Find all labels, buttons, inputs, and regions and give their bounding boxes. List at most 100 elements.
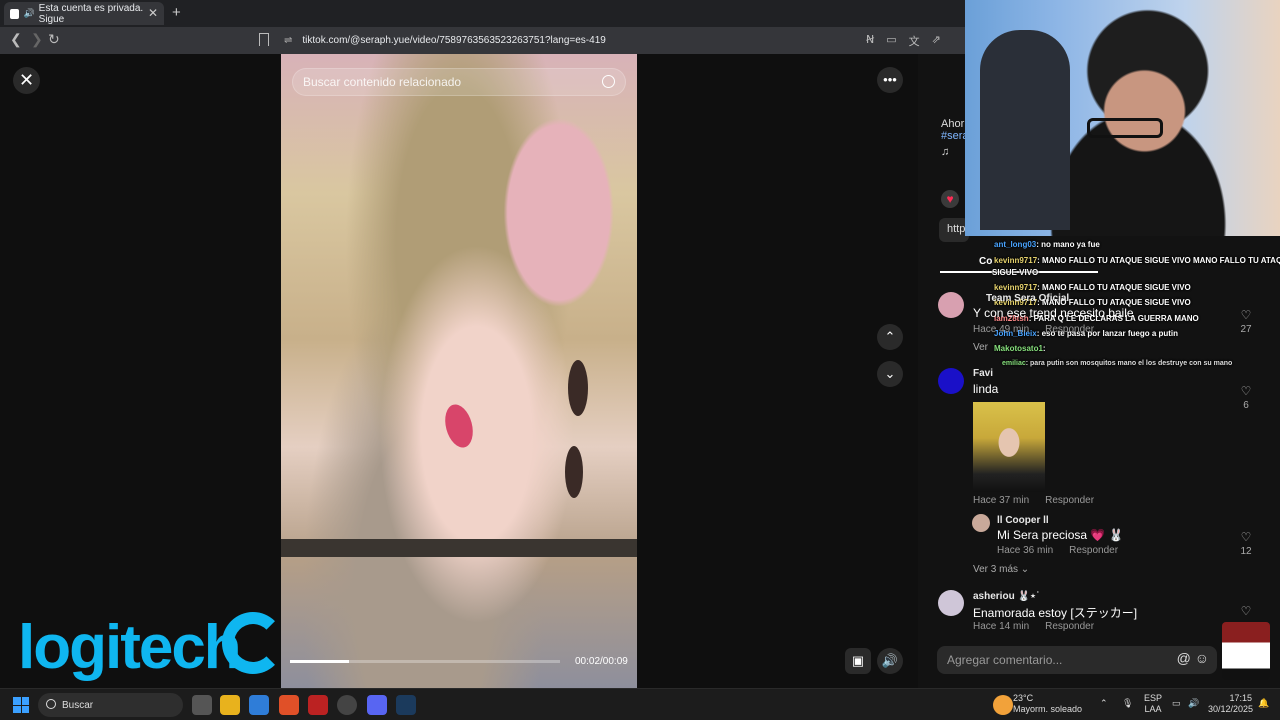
taskbar-search-label: Buscar [62, 699, 94, 711]
add-comment-placeholder: Agregar comentario... [947, 653, 1063, 667]
video-progress-bar[interactable] [290, 660, 560, 663]
chat-line: Makotosato1: [994, 344, 1046, 353]
steam-icon[interactable] [396, 695, 416, 715]
avatar[interactable] [938, 590, 964, 616]
view-replies-link[interactable]: Ver 3 más ⌄ [973, 564, 1029, 575]
comment-meta: Hace 36 min Responder [997, 545, 1119, 556]
comment-author[interactable]: Favi [973, 368, 993, 379]
store-icon[interactable] [249, 695, 269, 715]
taskbar: Buscar 23°C Mayorm. soleado ⌃ 🎙 ESP LAA … [0, 688, 1280, 720]
comment-meta: Hace 37 min Responder [973, 495, 1095, 506]
chat-line: emiliac: para putin son mosquitos mano e… [1002, 360, 1233, 367]
add-comment-input[interactable]: Agregar comentario... @ ☺ [937, 646, 1217, 674]
file-explorer-icon[interactable] [220, 695, 240, 715]
network-icon[interactable]: ▭ [1172, 698, 1181, 709]
weather-widget[interactable]: 23°C Mayorm. soleado [1013, 693, 1082, 715]
view-replies-link[interactable]: Ver [973, 342, 988, 353]
reload-icon[interactable]: ↻ [48, 31, 60, 48]
like-video-button[interactable]: ♥ [941, 190, 959, 208]
site-info-icon[interactable]: ⇌ [284, 35, 292, 46]
translate-icon[interactable]: 文 [909, 33, 920, 49]
video-progress-fill [290, 660, 350, 663]
forward-icon[interactable]: ❯ [31, 31, 43, 48]
comment-text: Mi Sera preciosa 💗 🐰 [997, 528, 1124, 542]
gaming-chair [980, 30, 1070, 230]
video-frame-detail [568, 360, 588, 416]
tab-title: Esta cuenta es privada. Sigue [38, 2, 144, 25]
search-icon [46, 699, 56, 709]
chat-line: SIGUE VIVO [992, 268, 1039, 277]
logitech-g-icon [222, 612, 284, 674]
avatar[interactable] [938, 292, 964, 318]
bookmark-icon[interactable] [259, 33, 269, 46]
video-frame-detail [565, 446, 583, 498]
url-text: tiktok.com/@seraph.yue/video/75897635635… [302, 35, 606, 46]
reply-link[interactable]: Responder [1045, 495, 1094, 506]
search-icon[interactable] [602, 75, 615, 88]
notifications-icon[interactable]: 🔔 [1258, 698, 1269, 709]
avatar[interactable] [972, 514, 990, 532]
back-icon[interactable]: ❮ [10, 31, 22, 48]
screenshot-icon[interactable]: ▭ [886, 33, 896, 49]
weather-condition: Mayorm. soleado [1013, 704, 1083, 714]
close-video-button[interactable]: ✕ [13, 67, 40, 94]
reader-icon[interactable]: Ꞥ [866, 33, 874, 49]
windows-start-icon[interactable] [13, 697, 29, 713]
reply-link[interactable]: Responder [1069, 545, 1118, 556]
share-icon[interactable]: ⇗ [932, 33, 941, 49]
comment-like-button[interactable]: ♡ 12 [1236, 530, 1256, 557]
weather-icon[interactable] [993, 695, 1013, 715]
mention-emoji-icons[interactable]: @ ☺ [1177, 650, 1209, 666]
related-search-input[interactable]: Buscar contenido relacionado [292, 68, 626, 96]
microphone-icon[interactable]: 🎙 [1122, 698, 1133, 709]
clock[interactable]: 17:15 30/12/2025 [1208, 693, 1254, 715]
volume-button[interactable]: 🔊 [877, 648, 903, 674]
taskbar-search[interactable]: Buscar [38, 693, 183, 717]
app-icon[interactable] [308, 695, 328, 715]
video-frame-detail [281, 539, 637, 557]
comment-like-button[interactable]: ♡ 6 [1236, 384, 1256, 411]
new-tab-button[interactable]: + [172, 4, 181, 21]
speaker-icon: 🔊 [23, 8, 35, 18]
comment-text: linda [973, 382, 999, 396]
tab-comments[interactable]: Co [979, 256, 992, 267]
browser-tab[interactable]: 🔊 Esta cuenta es privada. Sigue ✕ [4, 2, 164, 25]
pixel-character-overlay [1222, 622, 1270, 680]
pip-button[interactable]: ▣ [845, 648, 871, 674]
video-player[interactable] [281, 54, 637, 688]
webcam-overlay [965, 0, 1280, 236]
tray-chevron-icon[interactable]: ⌃ [1100, 698, 1108, 709]
brave-icon[interactable] [279, 695, 299, 715]
comment-meta: Hace 14 min Responder [973, 621, 1095, 632]
discord-icon[interactable] [367, 695, 387, 715]
task-view-icon[interactable] [192, 695, 212, 715]
close-tab-icon[interactable]: ✕ [148, 6, 158, 20]
comment-author[interactable]: asheriou 🐰⋆˙ [973, 591, 1040, 602]
comment-author[interactable]: ll Cooper ll [997, 515, 1049, 526]
keyboard-code: LAA [1144, 704, 1162, 714]
video-frame-detail [440, 401, 478, 451]
clock-date: 30/12/2025 [1208, 704, 1254, 714]
search-placeholder: Buscar contenido relacionado [303, 75, 462, 89]
comment-like-button[interactable]: ♡ 27 [1236, 308, 1256, 335]
reply-link[interactable]: Responder [1045, 324, 1094, 335]
obs-icon[interactable] [337, 695, 357, 715]
volume-icon[interactable]: 🔊 [1188, 698, 1199, 709]
avatar[interactable] [938, 368, 964, 394]
url-field[interactable]: ⇌ tiktok.com/@seraph.yue/video/758976356… [284, 31, 964, 50]
reply-link[interactable]: Responder [1045, 621, 1094, 632]
comment-sticker-image[interactable] [973, 402, 1045, 492]
comment-like-button[interactable]: ♡ [1236, 604, 1256, 618]
weather-temp: 23°C [1013, 693, 1034, 703]
logitech-logo: logitech [18, 613, 242, 682]
previous-video-button[interactable]: ⌃ [877, 324, 903, 350]
comment-author[interactable]: Team Sera Oficial [986, 293, 1069, 304]
more-options-button[interactable]: ••• [877, 67, 903, 93]
comment-meta: Hace 49 min Responder [973, 324, 1095, 335]
comment-text: Y con ese trend necesito baile [973, 306, 1134, 320]
tiktok-favicon-icon [10, 8, 20, 19]
language-indicator[interactable]: ESP LAA [1144, 693, 1162, 715]
chat-line: kevinn9717: MANO FALLO TU ATAQUE SIGUE V… [994, 283, 1191, 292]
next-video-button[interactable]: ⌄ [877, 361, 903, 387]
clock-time: 17:15 [1229, 693, 1252, 703]
